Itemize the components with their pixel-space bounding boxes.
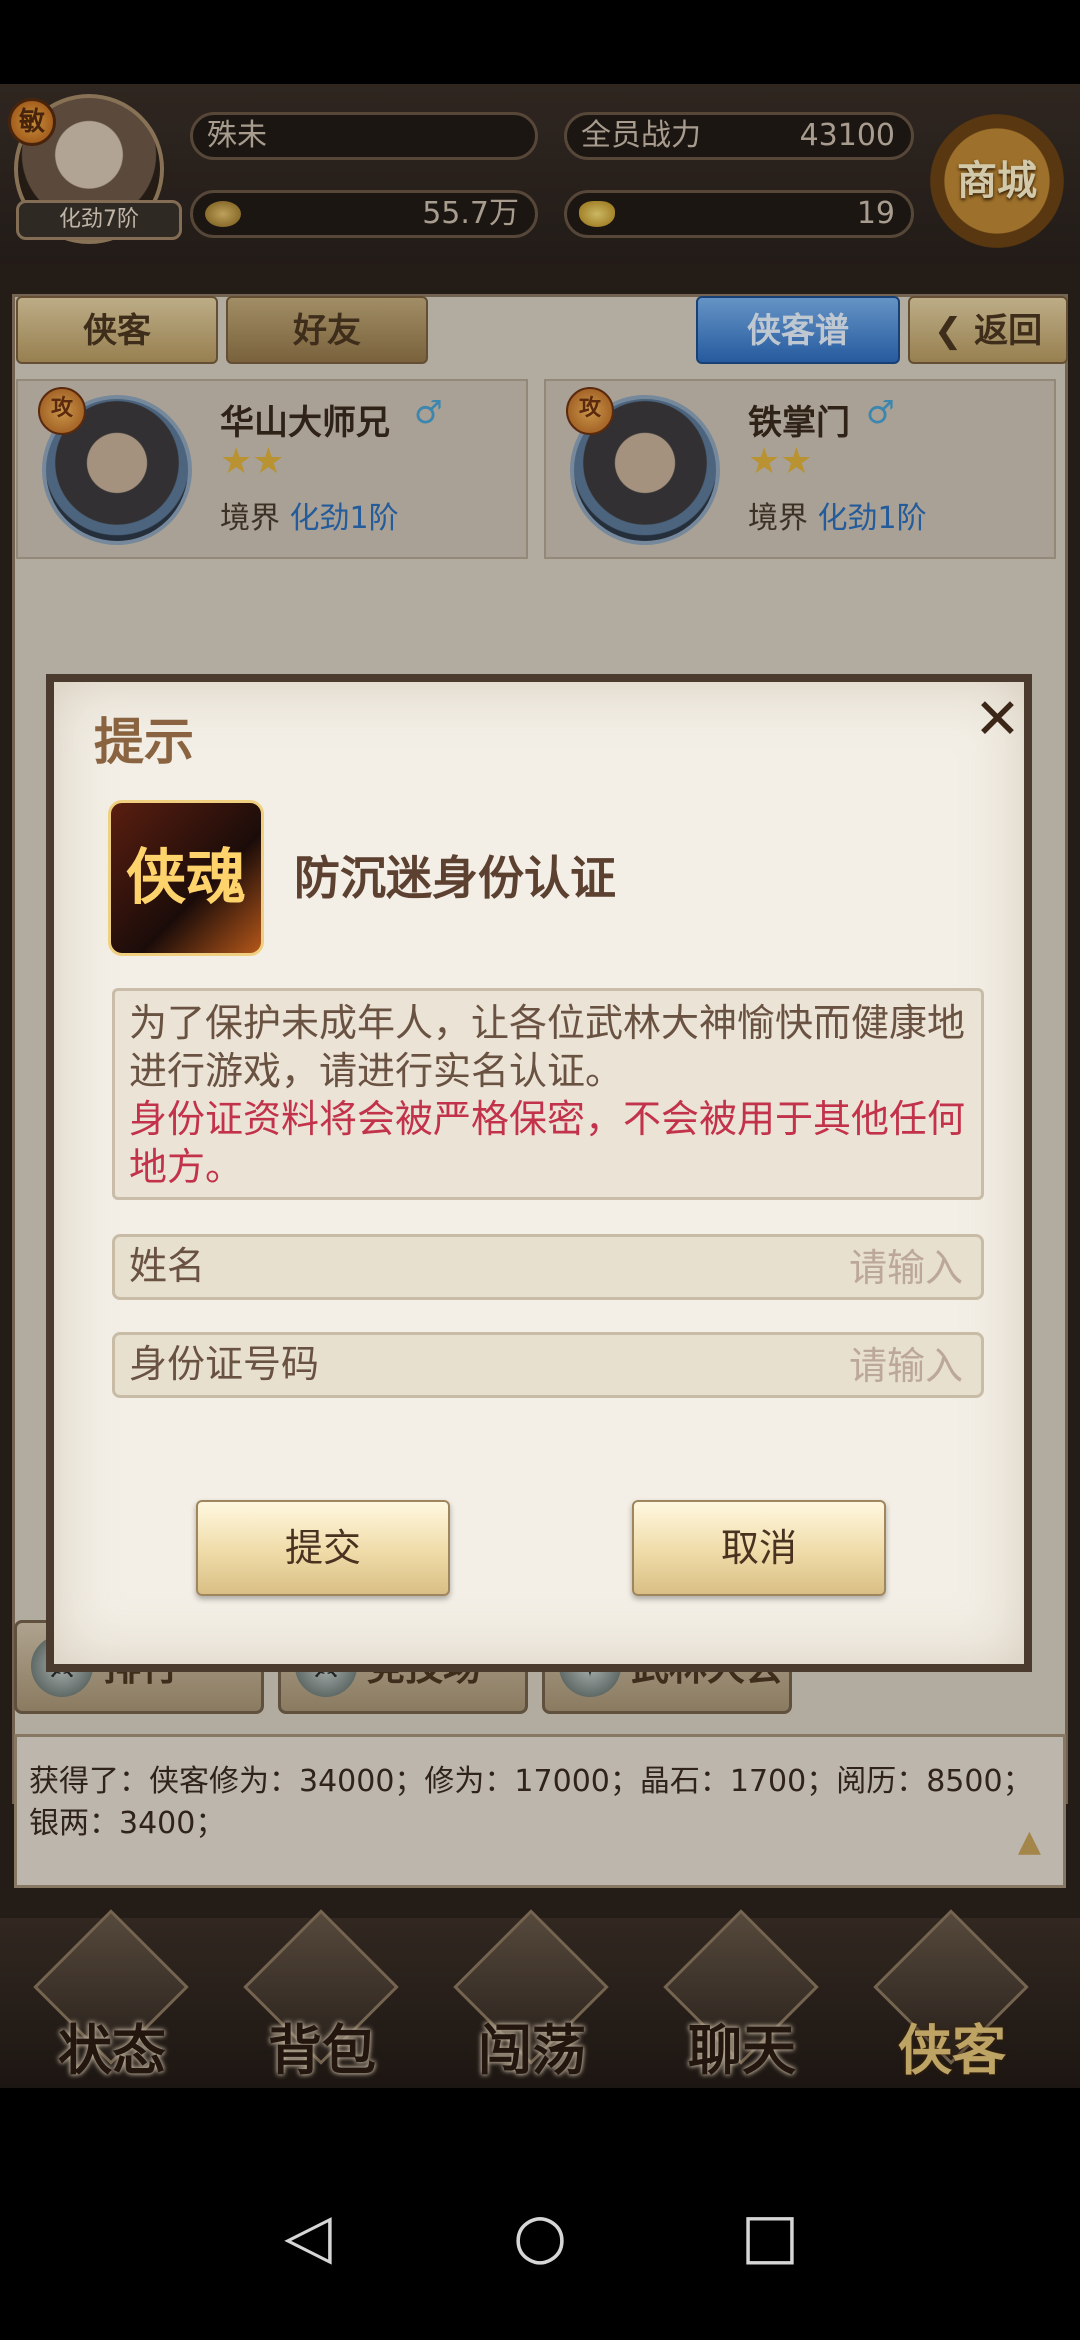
id-field[interactable]: 身份证号码: [112, 1332, 984, 1398]
auth-dialog: 提示 ✕ 侠魂 防沉迷身份认证 为了保护未成年人，让各位武林大神愉快而健康地进行…: [46, 674, 1032, 1672]
submit-button[interactable]: 提交: [196, 1500, 450, 1596]
notice-warning: 身份证资料将会被严格保密，不会被用于其他任何地方。: [129, 1097, 966, 1189]
recents-icon[interactable]: □: [730, 2196, 810, 2276]
name-input[interactable]: [541, 1243, 965, 1293]
close-icon[interactable]: ✕: [974, 692, 1021, 748]
name-field[interactable]: 姓名: [112, 1234, 984, 1300]
id-input[interactable]: [541, 1341, 965, 1391]
home-icon[interactable]: ○: [500, 2196, 580, 2276]
back-icon[interactable]: ◁: [268, 2196, 348, 2276]
cancel-button[interactable]: 取消: [632, 1500, 886, 1596]
system-nav-bar: ◁ ○ □: [0, 2196, 1080, 2340]
name-label: 姓名: [129, 1244, 206, 1288]
dialog-title: 提示: [94, 713, 194, 771]
id-label: 身份证号码: [129, 1342, 320, 1386]
auth-title: 防沉迷身份认证: [294, 851, 616, 905]
app-logo-icon: 侠魂: [108, 800, 264, 956]
notice-text: 为了保护未成年人，让各位武林大神愉快而健康地进行游戏，请进行实名认证。: [129, 1001, 966, 1093]
game-screen: 敏 化劲7阶 殊未 全员战力 43100 55.7万 19 商城 侠客 好友 侠…: [0, 84, 1080, 2088]
notice-box: 为了保护未成年人，让各位武林大神愉快而健康地进行游戏，请进行实名认证。 身份证资…: [112, 988, 984, 1200]
